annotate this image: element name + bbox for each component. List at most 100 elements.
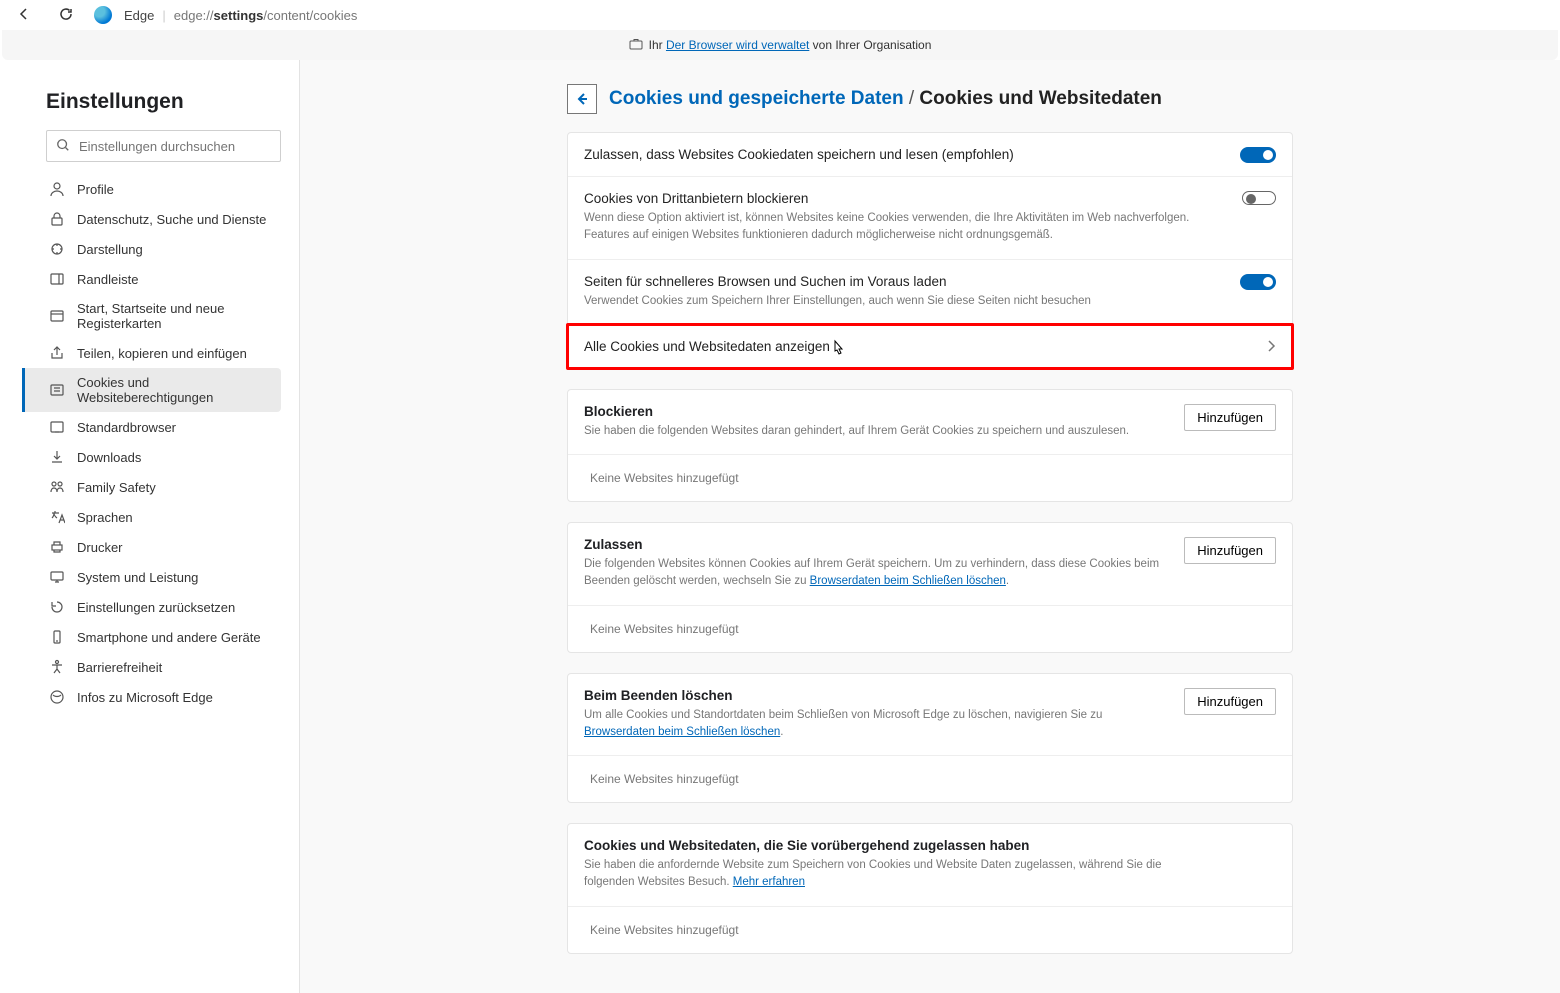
sidebar-icon — [49, 271, 65, 287]
row-desc: Verwendet Cookies zum Speichern Ihrer Ei… — [584, 293, 1276, 310]
sidebar-item-label: Standardbrowser — [77, 420, 269, 435]
default-icon — [49, 419, 65, 435]
share-icon — [49, 345, 65, 361]
sidebar-item-label: Randleiste — [77, 272, 269, 287]
settings-sidebar: Einstellungen Profile Datenschutz, Suche … — [0, 60, 300, 993]
sidebar-item-share[interactable]: Teilen, kopieren und einfügen — [22, 338, 281, 368]
sidebar-item-a11y[interactable]: Barrierefreiheit — [22, 652, 281, 682]
settings-search-input[interactable] — [46, 130, 281, 162]
url-text: edge://settings/content/cookies — [174, 8, 358, 23]
settings-heading: Einstellungen — [46, 90, 299, 114]
sidebar-item-label: Sprachen — [77, 510, 269, 525]
section-clear-on-exit: Beim Beenden löschen Um alle Cookies und… — [567, 673, 1293, 804]
managed-suffix: von Ihrer Organisation — [809, 38, 931, 52]
section-title: Zulassen — [584, 537, 1164, 552]
home-icon — [49, 308, 65, 324]
settings-nav: Profile Datenschutz, Suche und DiensteDar… — [22, 174, 299, 712]
sidebar-item-family[interactable]: Family Safety — [22, 472, 281, 502]
edge-logo-icon — [94, 6, 112, 24]
address-bar[interactable]: Edge | edge://settings/content/cookies — [94, 6, 357, 24]
managed-link[interactable]: Der Browser wird verwaltet — [666, 38, 809, 52]
breadcrumb-row: Cookies und gespeicherte Daten / Cookies… — [567, 84, 1293, 114]
sidebar-item-system[interactable]: System und Leistung — [22, 562, 281, 592]
section-title: Beim Beenden löschen — [584, 688, 1164, 703]
section-desc: Die folgenden Websites können Cookies au… — [584, 556, 1164, 591]
section-allow: Zulassen Die folgenden Websites können C… — [567, 522, 1293, 653]
about-icon — [49, 689, 65, 705]
sidebar-item-profile[interactable]: Profile — [22, 174, 281, 204]
refresh-button[interactable] — [52, 2, 80, 29]
sidebar-item-home[interactable]: Start, Startseite und neue Registerkarte… — [22, 294, 281, 338]
sidebar-item-printer[interactable]: Drucker — [22, 532, 281, 562]
sidebar-item-label: Einstellungen zurücksetzen — [77, 600, 269, 615]
refresh-icon — [58, 6, 74, 22]
sidebar-item-label: Start, Startseite und neue Registerkarte… — [77, 301, 269, 331]
search-icon — [56, 138, 70, 152]
system-icon — [49, 569, 65, 585]
arrow-left-icon — [574, 91, 590, 107]
breadcrumb-sep: / — [909, 88, 914, 109]
add-clear-exit-site-button[interactable]: Hinzufügen — [1184, 688, 1276, 715]
section-desc: Um alle Cookies und Standortdaten beim S… — [584, 707, 1164, 742]
reset-icon — [49, 599, 65, 615]
section-empty: Keine Websites hinzugefügt — [568, 454, 1292, 501]
breadcrumb-back-button[interactable] — [567, 84, 597, 114]
row-block-third-party: Cookies von Drittanbietern blockieren We… — [568, 176, 1292, 259]
sidebar-item-appearance[interactable]: Darstellung — [22, 234, 281, 264]
managed-prefix: Ihr — [649, 38, 666, 52]
phone-icon — [49, 629, 65, 645]
row-title: Alle Cookies und Websitedaten anzeigen — [584, 339, 1276, 354]
sidebar-item-label: Teilen, kopieren und einfügen — [77, 346, 269, 361]
clear-on-close-link[interactable]: Browserdaten beim Schließen löschen — [584, 726, 780, 738]
back-button[interactable] — [10, 2, 38, 29]
sidebar-item-default[interactable]: Standardbrowser — [22, 412, 281, 442]
row-title: Cookies von Drittanbietern blockieren — [584, 191, 1276, 206]
browser-toolbar: Edge | edge://settings/content/cookies — [0, 0, 1560, 30]
family-icon — [49, 479, 65, 495]
row-desc: Wenn diese Option aktiviert ist, können … — [584, 210, 1276, 245]
cookies-settings-card: Zulassen, dass Websites Cookiedaten spei… — [567, 132, 1293, 369]
add-block-site-button[interactable]: Hinzufügen — [1184, 404, 1276, 431]
row-title: Zulassen, dass Websites Cookiedaten spei… — [584, 147, 1276, 162]
sidebar-item-sidebar[interactable]: Randleiste — [22, 264, 281, 294]
sidebar-item-lock[interactable]: Datenschutz, Suche und Dienste — [22, 204, 281, 234]
toggle-allow-save-read[interactable] — [1240, 147, 1276, 163]
sidebar-item-label: Smartphone und andere Geräte — [77, 630, 269, 645]
toggle-block-third-party[interactable] — [1242, 191, 1276, 205]
row-title: Seiten für schnelleres Browsen und Suche… — [584, 274, 1276, 289]
sidebar-item-label: Profile — [77, 182, 269, 197]
printer-icon — [49, 539, 65, 555]
row-show-all-cookies[interactable]: Alle Cookies und Websitedaten anzeigen — [568, 324, 1292, 368]
sidebar-item-cookies[interactable]: Cookies und Websiteberechtigungen — [22, 368, 281, 412]
chevron-right-icon — [1266, 339, 1276, 358]
breadcrumb: Cookies und gespeicherte Daten / Cookies… — [609, 88, 1162, 110]
lock-icon — [49, 211, 65, 227]
breadcrumb-link[interactable]: Cookies und gespeicherte Daten — [609, 88, 904, 109]
sidebar-item-phone[interactable]: Smartphone und andere Geräte — [22, 622, 281, 652]
row-preload-pages: Seiten für schnelleres Browsen und Suche… — [568, 259, 1292, 324]
sidebar-item-label: Infos zu Microsoft Edge — [77, 690, 269, 705]
sidebar-item-reset[interactable]: Einstellungen zurücksetzen — [22, 592, 281, 622]
edge-label: Edge — [124, 8, 154, 23]
sidebar-item-label: Downloads — [77, 450, 269, 465]
section-empty: Keine Websites hinzugefügt — [568, 906, 1292, 953]
appearance-icon — [49, 241, 65, 257]
row-allow-save-read: Zulassen, dass Websites Cookiedaten spei… — [568, 133, 1292, 176]
section-block: Blockieren Sie haben die folgenden Websi… — [567, 389, 1293, 502]
section-desc: Sie haben die folgenden Websites daran g… — [584, 423, 1129, 440]
sidebar-item-lang[interactable]: Sprachen — [22, 502, 281, 532]
settings-search-wrap — [46, 130, 281, 162]
sidebar-item-label: System und Leistung — [77, 570, 269, 585]
section-empty: Keine Websites hinzugefügt — [568, 605, 1292, 652]
learn-more-link[interactable]: Mehr erfahren — [733, 876, 805, 888]
sidebar-item-about[interactable]: Infos zu Microsoft Edge — [22, 682, 281, 712]
briefcase-icon — [629, 38, 643, 53]
profile-icon — [49, 181, 65, 197]
clear-on-close-link[interactable]: Browserdaten beim Schließen löschen — [810, 575, 1006, 587]
toggle-preload-pages[interactable] — [1240, 274, 1276, 290]
sidebar-item-download[interactable]: Downloads — [22, 442, 281, 472]
managed-by-org-notice: Ihr Der Browser wird verwaltet von Ihrer… — [2, 30, 1558, 60]
add-allow-site-button[interactable]: Hinzufügen — [1184, 537, 1276, 564]
sidebar-item-label: Cookies und Websiteberechtigungen — [77, 375, 269, 405]
a11y-icon — [49, 659, 65, 675]
